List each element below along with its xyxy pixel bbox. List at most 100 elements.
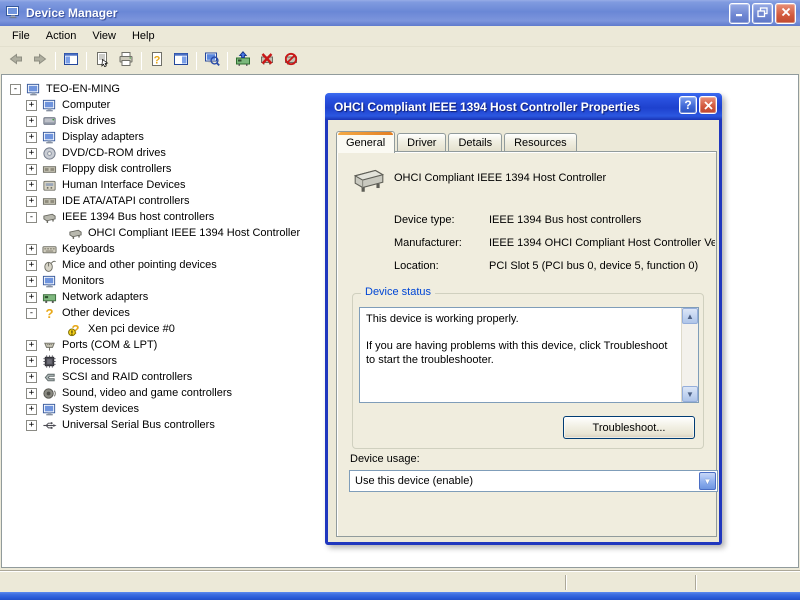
tree-item-label: Mice and other pointing devices: [62, 259, 217, 271]
computer-icon: [42, 98, 57, 113]
expand-icon[interactable]: +: [26, 420, 37, 431]
toolbar-separator: [55, 52, 56, 70]
keyboard-icon: [42, 242, 57, 257]
scan-for-hardware-changes-button[interactable]: [200, 50, 224, 72]
update-driver-button[interactable]: [231, 50, 255, 72]
info-value: IEEE 1394 Bus host controllers: [489, 214, 715, 226]
expand-icon[interactable]: +: [26, 388, 37, 399]
tab-details[interactable]: Details: [448, 133, 502, 152]
expand-icon[interactable]: +: [26, 372, 37, 383]
collapse-icon[interactable]: -: [26, 212, 37, 223]
forward-button[interactable]: [28, 50, 52, 72]
dialog-help-button[interactable]: ?: [679, 96, 697, 114]
scroll-down-icon[interactable]: ▼: [682, 386, 698, 402]
cdrom-icon: [42, 146, 57, 161]
expand-icon[interactable]: +: [26, 148, 37, 159]
print-button[interactable]: [114, 50, 138, 72]
expand-icon[interactable]: +: [26, 244, 37, 255]
ide-controller-icon: [42, 194, 57, 209]
restore-icon: [757, 7, 768, 21]
computer-icon: [26, 82, 41, 97]
device-info-row: Location:PCI Slot 5 (PCI bus 0, device 5…: [394, 260, 715, 272]
expand-icon[interactable]: +: [26, 356, 37, 367]
show-hide-action-pane-icon: [173, 51, 189, 70]
expand-icon[interactable]: +: [26, 276, 37, 287]
tree-item-label: Other devices: [62, 307, 130, 319]
close-icon: [704, 101, 713, 110]
expand-icon[interactable]: +: [26, 164, 37, 175]
collapse-icon[interactable]: -: [10, 84, 21, 95]
tree-item-label: Human Interface Devices: [62, 179, 186, 191]
uninstall-button[interactable]: [279, 50, 303, 72]
processor-icon: [42, 354, 57, 369]
expand-icon[interactable]: +: [26, 180, 37, 191]
toolbar-separator: [86, 52, 87, 70]
device-name: OHCI Compliant IEEE 1394 Host Controller: [394, 172, 704, 184]
expand-icon[interactable]: +: [26, 292, 37, 303]
monitor-icon: [42, 274, 57, 289]
expand-icon[interactable]: +: [26, 340, 37, 351]
expand-icon[interactable]: +: [26, 196, 37, 207]
display-adapter-icon: [42, 130, 57, 145]
tree-item-label: Ports (COM & LPT): [62, 339, 157, 351]
tab-general[interactable]: General: [336, 131, 395, 153]
back-button[interactable]: [4, 50, 28, 72]
disable-button[interactable]: [255, 50, 279, 72]
tree-item-label: Floppy disk controllers: [62, 163, 171, 175]
close-button[interactable]: [775, 3, 796, 24]
info-label: Manufacturer:: [394, 237, 489, 249]
expand-icon[interactable]: +: [26, 116, 37, 127]
device-info-row: Device type:IEEE 1394 Bus host controlle…: [394, 214, 715, 226]
troubleshoot-button[interactable]: Troubleshoot...: [563, 416, 695, 439]
tab-resources[interactable]: Resources: [504, 133, 577, 152]
menu-file[interactable]: File: [4, 27, 38, 45]
restore-button[interactable]: [752, 3, 773, 24]
expand-icon[interactable]: +: [26, 260, 37, 271]
tree-item-label: IEEE 1394 Bus host controllers: [62, 211, 214, 223]
toolbar-separator: [227, 52, 228, 70]
update-driver-icon: [235, 51, 251, 70]
dialog-close-button[interactable]: [699, 96, 717, 114]
sound-icon: [42, 386, 57, 401]
info-value: PCI Slot 5 (PCI bus 0, device 5, functio…: [489, 260, 715, 272]
device-status-text: This device is working properly.If you a…: [360, 308, 681, 402]
statusbar-divider: [565, 575, 567, 590]
properties-button[interactable]: [90, 50, 114, 72]
help-button[interactable]: ?: [145, 50, 169, 72]
minimize-button[interactable]: [729, 3, 750, 24]
device-usage-select[interactable]: Use this device (enable) ▼: [349, 470, 718, 492]
general-tab-panel: OHCI Compliant IEEE 1394 Host Controller…: [336, 151, 717, 537]
system-device-icon: [42, 402, 57, 417]
statusbar-divider: [695, 575, 697, 590]
tab-driver[interactable]: Driver: [397, 133, 446, 152]
show-hide-console-tree-button[interactable]: [59, 50, 83, 72]
menu-view[interactable]: View: [84, 27, 124, 45]
menu-action[interactable]: Action: [38, 27, 85, 45]
network-adapter-icon: [42, 290, 57, 305]
info-label: Device type:: [394, 214, 489, 226]
unknown-device-warning-icon: ?!: [68, 322, 83, 337]
expand-icon[interactable]: +: [26, 100, 37, 111]
tree-item-label: Network adapters: [62, 291, 148, 303]
menu-bar: FileActionViewHelp: [0, 26, 800, 47]
disable-icon: [259, 51, 275, 70]
ports-icon: [42, 338, 57, 353]
window-controls: [729, 3, 796, 24]
expand-icon[interactable]: +: [26, 404, 37, 415]
chevron-down-icon[interactable]: ▼: [699, 472, 716, 490]
collapse-icon[interactable]: -: [26, 308, 37, 319]
expand-icon[interactable]: +: [26, 132, 37, 143]
properties-dialog: OHCI Compliant IEEE 1394 Host Controller…: [325, 93, 722, 545]
scroll-up-icon[interactable]: ▲: [682, 308, 698, 324]
tree-item-label: Xen pci device #0: [88, 323, 175, 335]
tree-item-label: Monitors: [62, 275, 104, 287]
dialog-tabs: GeneralDriverDetailsResources: [336, 130, 579, 152]
tree-item-label: System devices: [62, 403, 139, 415]
menu-help[interactable]: Help: [124, 27, 163, 45]
toolbar-separator: [196, 52, 197, 70]
show-hide-action-pane-button[interactable]: [169, 50, 193, 72]
device-info-row: Manufacturer:IEEE 1394 OHCI Compliant Ho…: [394, 237, 715, 249]
status-scrollbar[interactable]: ▲ ▼: [681, 308, 698, 402]
window-title: Device Manager: [26, 6, 117, 20]
tree-item-label: Universal Serial Bus controllers: [62, 419, 215, 431]
